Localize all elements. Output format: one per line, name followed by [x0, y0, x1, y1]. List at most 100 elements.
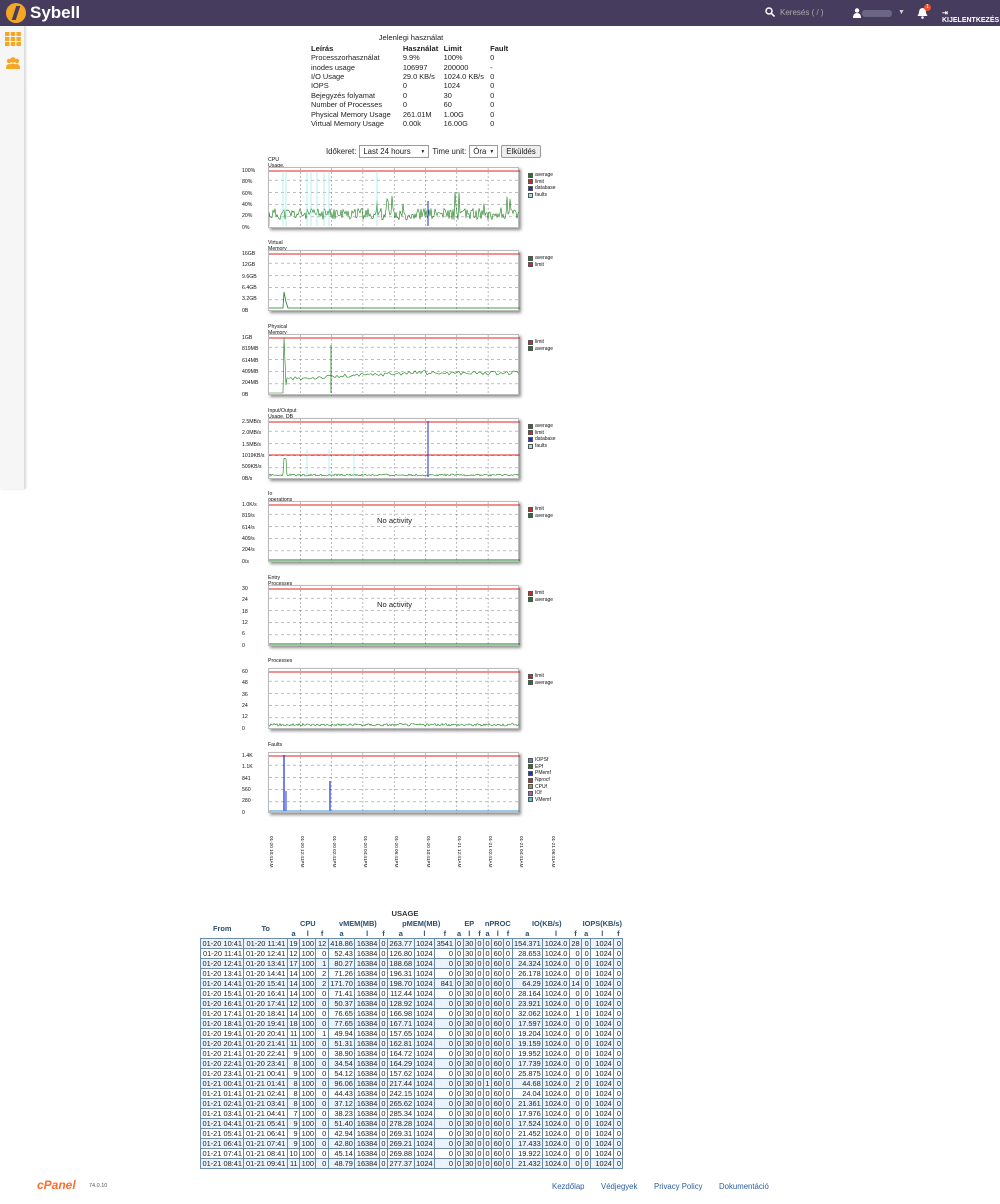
table-row: 01-20 12:41 01-20 13:41 17 100 1 80.27 16384 0 1… [199, 957, 624, 969]
table-cell: 0 [315, 1137, 329, 1149]
table-cell: 0 [613, 1097, 624, 1109]
x-tick-label: 01-20 10:41AM [269, 836, 274, 868]
legend-item: limit [528, 262, 553, 269]
table-cell: 0 [503, 937, 513, 949]
sub-header: a [291, 928, 296, 938]
table-cell: 0 [613, 1107, 624, 1119]
sybell-logo-icon[interactable] [6, 3, 26, 23]
table-cell: 0 [434, 1117, 456, 1129]
footer-link-docs[interactable]: Dokumentáció [719, 1182, 769, 1191]
y-tick-label: 0/s [242, 558, 249, 565]
table-cell: 0 [581, 987, 592, 999]
submit-button[interactable]: Elküldés [501, 145, 541, 158]
table-cell: 9 [286, 1137, 301, 1149]
table-cell: 0 [378, 1067, 389, 1079]
user-icon[interactable] [853, 8, 861, 18]
legend-item: limit [528, 673, 553, 680]
chart-title: Faults [268, 742, 283, 748]
table-cell: 1024.0 [542, 947, 570, 959]
cpanel-logo[interactable]: cPanel [37, 1178, 76, 1192]
table-row: 01-21 04:41 01-21 05:41 9 100 0 51.40 16384 0 27… [199, 1117, 624, 1129]
sub-header: f [443, 928, 447, 938]
top-navbar: Sybell Keresés ( / ) ▼ 1 ⇥ KIJELENTKEZÉS [0, 0, 1000, 26]
table-cell: 0 [483, 1057, 493, 1069]
table-cell: 0 [581, 1077, 592, 1089]
legend-swatch [528, 346, 533, 352]
table-cell: 60 [491, 977, 505, 989]
table-cell: 0 [613, 1037, 624, 1049]
table-cell: 2 [315, 977, 329, 989]
table-cell: 100 [299, 987, 317, 999]
table-cell: 263.77 [387, 937, 415, 949]
table-cell: 0 [378, 1147, 389, 1159]
table-cell: 0 [315, 1127, 329, 1139]
user-menu[interactable] [862, 10, 892, 17]
chart-svg [269, 502, 520, 563]
table-cell: 0 [503, 1027, 513, 1039]
legend-label: database [535, 185, 556, 192]
table-cell: 0 [315, 997, 329, 1009]
table-cell: 16384 [354, 1087, 380, 1099]
table-cell: 60 [491, 1047, 505, 1059]
footer-link-home[interactable]: Kezdőlap [552, 1182, 585, 1191]
table-cell: 418.86 [327, 937, 356, 949]
table-cell: 0 [503, 1007, 513, 1019]
table-cell: 01-21 01:41 [199, 1087, 245, 1099]
table-cell: 0 [483, 1027, 493, 1039]
table-cell: 0 [581, 1057, 592, 1069]
table-cell: 0 [503, 967, 513, 979]
table-cell: 100 [299, 1047, 317, 1059]
table-cell: 1024 [590, 1077, 615, 1089]
legend-item: limit [528, 590, 553, 597]
time-unit-value: Óra [473, 147, 487, 156]
table-cell: 0 [581, 1067, 592, 1079]
table-cell: 16384 [354, 987, 380, 999]
footer-link-trademarks[interactable]: Védjegyek [601, 1182, 637, 1191]
table-cell: 1024 [413, 1077, 436, 1089]
chevron-down-icon[interactable]: ▼ [898, 9, 905, 16]
time-unit-select[interactable]: Óra ▼ [469, 145, 499, 158]
summary-cell: 1024 [443, 81, 461, 91]
logout-button[interactable]: ⇥ KIJELENTKEZÉS [942, 9, 1000, 24]
table-cell: 30 [462, 1047, 476, 1059]
table-cell: 60 [491, 947, 505, 959]
table-cell: 0 [434, 1067, 456, 1079]
brand-name[interactable]: Sybell [30, 3, 80, 23]
x-tick-label: 01-20 10:41PM [425, 836, 431, 868]
table-cell: 0 [613, 987, 624, 999]
table-cell: 1024.0 [542, 1087, 570, 1099]
search-icon[interactable] [765, 7, 775, 17]
table-cell: 1024 [590, 1107, 615, 1119]
table-cell: 1024 [590, 1127, 615, 1139]
table-cell: 0 [315, 947, 329, 959]
time-range-select[interactable]: Last 24 hours ▼ [359, 145, 430, 158]
table-cell: 0 [474, 1047, 485, 1059]
legend-item: average [528, 255, 553, 262]
table-cell: 0 [474, 1057, 485, 1069]
table-cell: 0 [315, 987, 329, 999]
chart-svg [268, 669, 520, 730]
summary-cell: 60 [443, 100, 452, 110]
table-cell: 01-20 16:41 [199, 997, 245, 1009]
footer-link-privacy[interactable]: Privacy Policy [654, 1182, 703, 1191]
table-cell: 100 [299, 1157, 317, 1169]
search-input[interactable]: Keresés ( / ) [780, 8, 824, 17]
table-cell: 100 [299, 1147, 317, 1159]
sub-header: f [506, 928, 510, 938]
table-cell: 0 [454, 987, 464, 999]
legend-swatch [528, 192, 533, 198]
group-header: pMEM(MB) [402, 919, 441, 929]
users-icon[interactable] [5, 56, 21, 70]
table-cell: 16384 [354, 1067, 380, 1079]
table-cell: 76.65 [327, 1007, 356, 1019]
table-cell: 1024 [413, 1157, 436, 1169]
current-usage-title: Jelenlegi használat [378, 33, 444, 42]
table-cell: 0 [483, 987, 493, 999]
table-cell: 12 [286, 997, 301, 1009]
table-cell: 0 [568, 1057, 583, 1069]
table-cell: 16384 [354, 1117, 380, 1129]
grid-apps-icon[interactable] [5, 32, 21, 46]
y-tick-label: 18 [242, 608, 248, 615]
table-cell: 0 [581, 1137, 592, 1149]
y-tick-label: 12 [242, 619, 248, 626]
